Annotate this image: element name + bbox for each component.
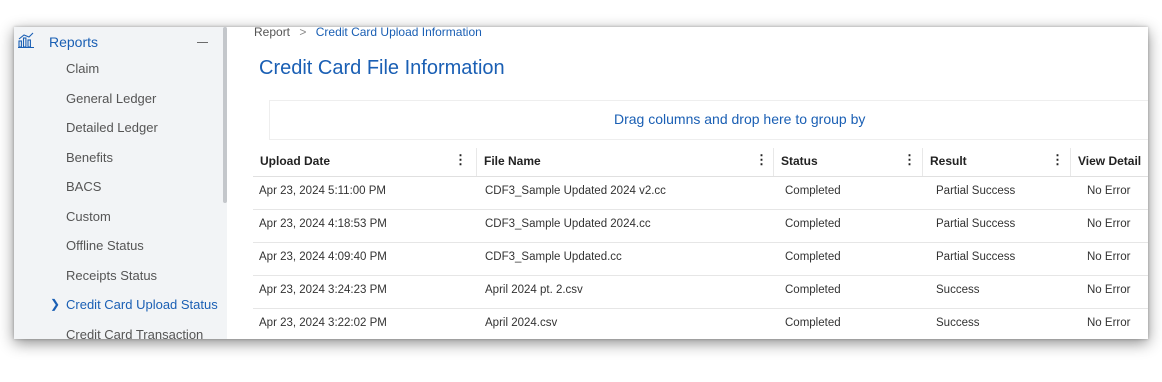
cell-upload-date: Apr 23, 2024 3:22:02 PM: [259, 317, 387, 329]
breadcrumb-separator: >: [299, 27, 307, 39]
sidebar-item-label: BACS: [66, 179, 102, 194]
cell-file-name: CDF3_Sample Updated.cc: [485, 251, 622, 263]
column-header-result[interactable]: Result ⋮: [922, 148, 1070, 176]
minus-icon[interactable]: [197, 42, 208, 43]
sidebar-item-credit-card-upload-status[interactable]: ❯ Credit Card Upload Status: [14, 293, 223, 317]
cell-status: Completed: [785, 284, 841, 296]
cell-file-name: CDF3_Sample Updated 2024 v2.cc: [485, 185, 666, 197]
sidebar-item-label: Benefits: [66, 150, 113, 165]
cell-view-detail[interactable]: No Error: [1087, 251, 1130, 263]
sidebar-item-label: Detailed Ledger: [66, 120, 158, 135]
sidebar-item-benefits[interactable]: Benefits: [14, 146, 223, 170]
cell-upload-date: Apr 23, 2024 3:24:23 PM: [259, 284, 387, 296]
breadcrumb-root-link[interactable]: Report: [254, 27, 290, 39]
sidebar-item-detailed-ledger[interactable]: Detailed Ledger: [14, 116, 223, 140]
column-menu-icon[interactable]: ⋮: [755, 153, 768, 167]
column-header-label: Status: [781, 154, 818, 168]
column-menu-icon[interactable]: ⋮: [1051, 153, 1064, 167]
column-menu-icon[interactable]: ⋮: [903, 153, 916, 167]
column-header-status[interactable]: Status ⋮: [773, 148, 922, 176]
table-row[interactable]: Apr 23, 2024 4:09:40 PM CDF3_Sample Upda…: [253, 243, 1148, 276]
table-row[interactable]: Apr 23, 2024 3:24:23 PM April 2024 pt. 2…: [253, 276, 1148, 309]
breadcrumb: Report > Credit Card Upload Information: [254, 27, 482, 39]
chevron-right-icon: ❯: [50, 297, 61, 311]
table-row[interactable]: Apr 23, 2024 5:11:00 PM CDF3_Sample Upda…: [253, 177, 1148, 210]
sidebar-item-label: Credit Card Upload Status: [66, 297, 218, 312]
sidebar-item-label: Receipts Status: [66, 268, 158, 283]
cell-file-name: April 2024 pt. 2.csv: [485, 284, 583, 296]
sidebar-item-label: Credit Card Transaction: [66, 327, 204, 339]
cell-view-detail[interactable]: No Error: [1087, 317, 1130, 329]
sidebar-section-label: Reports: [49, 34, 99, 50]
breadcrumb-current: Credit Card Upload Information: [315, 27, 482, 39]
cell-view-detail[interactable]: No Error: [1087, 284, 1130, 296]
cell-status: Completed: [785, 317, 841, 329]
cell-result: Success: [936, 284, 980, 296]
sidebar-item-bacs[interactable]: BACS: [14, 175, 223, 199]
sidebar-item-claim[interactable]: Claim: [14, 57, 223, 81]
sidebar-section-reports[interactable]: Reports: [14, 29, 223, 55]
cell-result: Partial Success: [936, 185, 1016, 197]
cell-view-detail[interactable]: No Error: [1087, 218, 1130, 230]
table-row[interactable]: Apr 23, 2024 3:22:02 PM April 2024.csv C…: [253, 309, 1148, 339]
cell-result: Partial Success: [936, 218, 1016, 230]
cell-status: Completed: [785, 185, 841, 197]
cell-result: Success: [936, 317, 980, 329]
cell-file-name: April 2024.csv: [485, 317, 558, 329]
cell-status: Completed: [785, 251, 841, 263]
sidebar-item-label: Claim: [66, 61, 100, 76]
group-by-hint: Drag columns and drop here to group by: [614, 111, 866, 127]
cell-upload-date: Apr 23, 2024 4:09:40 PM: [259, 251, 387, 263]
column-menu-icon[interactable]: ⋮: [454, 153, 467, 167]
column-header-label: Result: [930, 154, 967, 168]
cell-upload-date: Apr 23, 2024 4:18:53 PM: [259, 218, 387, 230]
main-content: Report > Credit Card Upload Information …: [227, 27, 1148, 339]
grid-header: Upload Date ⋮ File Name ⋮ Status ⋮ Resul…: [253, 148, 1148, 177]
sidebar-item-label: Offline Status: [66, 238, 144, 253]
app-window: Reports Claim General Ledger Detailed Le…: [14, 27, 1148, 339]
sidebar-item-general-ledger[interactable]: General Ledger: [14, 87, 223, 111]
sidebar-item-offline-status[interactable]: Offline Status: [14, 234, 223, 258]
column-header-label: Upload Date: [260, 154, 331, 168]
column-header-label: File Name: [484, 154, 541, 168]
column-header-file-name[interactable]: File Name ⋮: [476, 148, 773, 176]
cell-status: Completed: [785, 218, 841, 230]
group-by-drop-zone[interactable]: Drag columns and drop here to group by: [269, 100, 1148, 140]
column-header-upload-date[interactable]: Upload Date ⋮: [253, 148, 475, 176]
bar-chart-icon: [18, 32, 34, 48]
column-header-label: View Detail: [1078, 154, 1142, 168]
sidebar-item-credit-card-transaction[interactable]: Credit Card Transaction: [14, 323, 223, 339]
cell-result: Partial Success: [936, 251, 1016, 263]
sidebar-item-label: General Ledger: [66, 91, 157, 106]
cell-view-detail[interactable]: No Error: [1087, 185, 1130, 197]
sidebar-item-custom[interactable]: Custom: [14, 205, 223, 229]
sidebar-item-label: Custom: [66, 209, 111, 224]
page-title: Credit Card File Information: [259, 57, 505, 79]
sidebar-item-receipts-status[interactable]: Receipts Status: [14, 264, 223, 288]
column-header-view-detail[interactable]: View Detail: [1070, 148, 1148, 176]
sidebar: Reports Claim General Ledger Detailed Le…: [14, 27, 223, 339]
table-row[interactable]: Apr 23, 2024 4:18:53 PM CDF3_Sample Upda…: [253, 210, 1148, 243]
cell-upload-date: Apr 23, 2024 5:11:00 PM: [259, 185, 387, 197]
cell-file-name: CDF3_Sample Updated 2024.cc: [485, 218, 651, 230]
